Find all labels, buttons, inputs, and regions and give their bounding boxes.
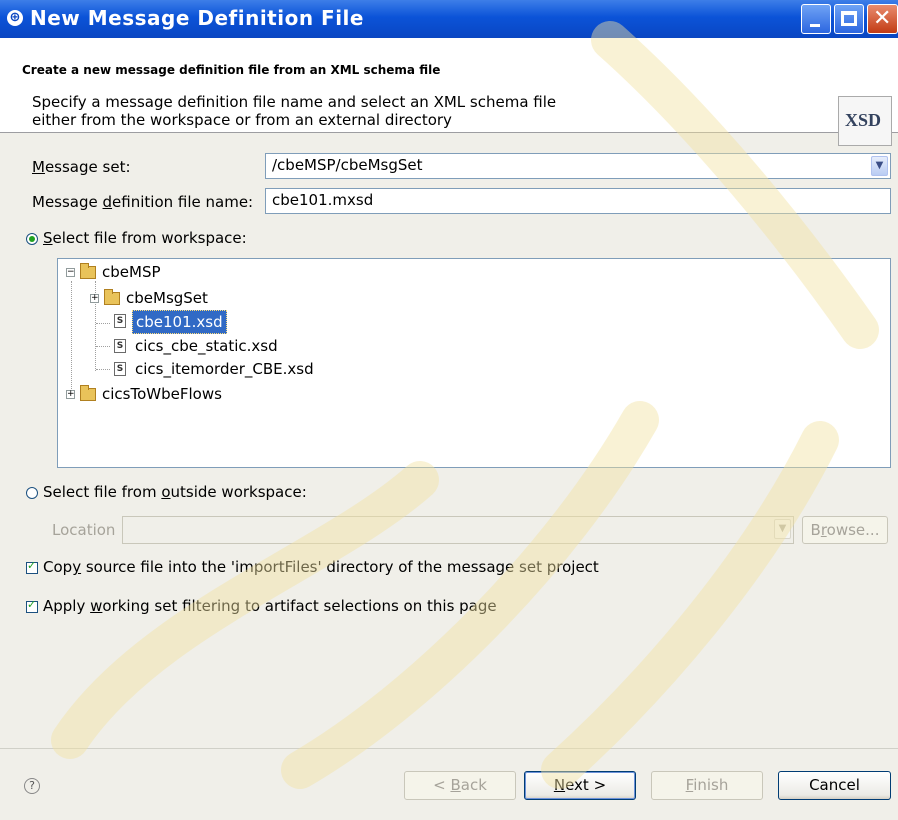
tree-connector <box>96 323 110 324</box>
chevron-down-icon[interactable]: ▼ <box>871 156 888 176</box>
copy-source-label[interactable]: Copy source file into the 'importFiles' … <box>43 558 599 576</box>
collapse-icon[interactable]: − <box>66 268 75 277</box>
tree-item-label: cics_itemorder_CBE.xsd <box>135 360 314 378</box>
minimize-button[interactable] <box>801 4 831 34</box>
workspace-tree[interactable]: − cbeMSP + cbeMsgSet S cbe101.xsd S cics… <box>57 258 891 468</box>
tree-connector <box>96 346 110 347</box>
footer-separator <box>0 748 898 749</box>
filename-label: Message definition file name: <box>32 193 254 211</box>
schema-file-icon: S <box>114 314 126 328</box>
message-set-label: Message set: <box>32 158 131 176</box>
tree-item-label: cbeMSP <box>102 263 161 281</box>
tree-item-label: cicsToWbeFlows <box>102 385 222 403</box>
radio-workspace[interactable] <box>26 233 38 245</box>
filename-value: cbe101.mxsd <box>272 191 374 209</box>
schema-file-icon: S <box>114 362 126 376</box>
tree-connector <box>96 369 110 370</box>
xsd-icon-label: XSD <box>845 110 882 130</box>
message-set-folder-icon <box>104 289 120 305</box>
app-icon: ⊕ <box>7 10 23 26</box>
header-title: Create a new message definition file fro… <box>22 63 441 77</box>
chevron-down-icon[interactable]: ▼ <box>774 519 791 539</box>
working-set-label[interactable]: Apply working set filtering to artifact … <box>43 597 497 615</box>
wizard-header: Create a new message definition file fro… <box>0 38 898 146</box>
message-set-combo[interactable]: /cbeMSP/cbeMsgSet ▼ <box>265 153 891 179</box>
title-bar[interactable]: ⊕ New Message Definition File <box>0 0 898 38</box>
header-description: Specify a message definition file name a… <box>32 93 557 129</box>
tree-item-label: cics_cbe_static.xsd <box>135 337 278 355</box>
window-title: New Message Definition File <box>30 6 364 30</box>
xsd-icon: XSD <box>838 96 892 146</box>
location-label: Location <box>52 521 116 539</box>
tree-item-label: cbeMsgSet <box>126 289 208 307</box>
location-combo[interactable]: ▼ <box>122 516 794 544</box>
close-button[interactable] <box>867 4 898 34</box>
schema-file-icon: S <box>114 339 126 353</box>
working-set-checkbox[interactable] <box>26 598 38 613</box>
tree-item-label: cbe101.xsd <box>132 310 227 334</box>
message-set-value: /cbeMSP/cbeMsgSet <box>272 156 423 174</box>
tree-connector <box>71 281 72 393</box>
help-icon[interactable]: ? <box>24 778 40 794</box>
browse-button[interactable]: Browse... <box>802 516 888 544</box>
expand-icon[interactable]: + <box>90 294 99 303</box>
radio-workspace-label[interactable]: Select file from workspace: <box>43 229 247 247</box>
back-button[interactable]: < Back <box>404 771 516 800</box>
new-message-definition-dialog: ⊕ New Message Definition File Create a n… <box>0 0 898 820</box>
copy-source-checkbox[interactable] <box>26 559 38 574</box>
radio-outside-label[interactable]: Select file from outside workspace: <box>43 483 307 501</box>
cancel-button[interactable]: Cancel <box>778 771 891 800</box>
maximize-button[interactable] <box>834 4 864 34</box>
next-button[interactable]: Next > <box>524 771 636 800</box>
project-folder-icon <box>80 385 96 401</box>
finish-button[interactable]: Finish <box>651 771 763 800</box>
expand-icon[interactable]: + <box>66 390 75 399</box>
filename-field[interactable]: cbe101.mxsd <box>265 188 891 214</box>
radio-outside[interactable] <box>26 487 38 499</box>
project-folder-icon <box>80 263 96 279</box>
